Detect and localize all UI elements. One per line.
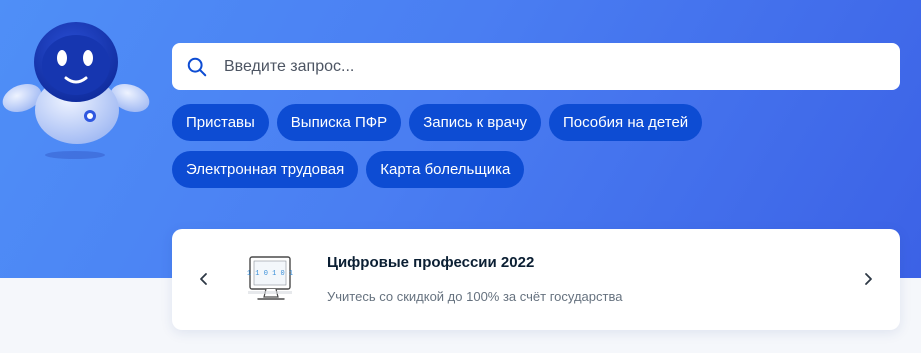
quick-links-row: Приставы Выписка ПФР Запись к врачу Посо…: [172, 104, 772, 141]
quick-link-pristavy[interactable]: Приставы: [172, 104, 269, 141]
quick-link-karta-bolelshchika[interactable]: Карта болельщика: [366, 151, 525, 188]
carousel-next-button[interactable]: [856, 267, 880, 291]
promo-card[interactable]: 1 1 0 1 0 1 Цифровые профессии 2022 Учит…: [172, 229, 900, 330]
quick-link-vypiska-pfr[interactable]: Выписка ПФР: [276, 104, 402, 141]
quick-link-elektronnaya-trudovaya[interactable]: Электронная трудовая: [172, 151, 359, 188]
quick-links-row: Электронная трудовая Карта болельщика: [172, 151, 772, 188]
promo-subtitle: Учитесь со скидкой до 100% за счёт госуд…: [327, 289, 623, 304]
chevron-right-icon: [865, 273, 872, 285]
binary-text: 1 1 0 1 0 1: [247, 270, 293, 278]
search-input[interactable]: [222, 45, 866, 88]
search-bar[interactable]: [172, 43, 900, 90]
carousel-prev-button[interactable]: [192, 267, 216, 291]
robot-mascot: [2, 22, 150, 159]
chevron-left-icon: [200, 273, 207, 285]
quick-link-posobiya-na-detey[interactable]: Пособия на детей: [548, 104, 703, 141]
promo-title: Цифровые профессии 2022: [327, 254, 535, 271]
quick-links: Приставы Выписка ПФР Запись к врачу Посо…: [172, 104, 772, 198]
quick-link-zapis-k-vrachu[interactable]: Запись к врачу: [409, 104, 541, 141]
monitor-icon: 1 1 0 1 0 1: [247, 256, 293, 300]
search-icon: [187, 57, 207, 76]
